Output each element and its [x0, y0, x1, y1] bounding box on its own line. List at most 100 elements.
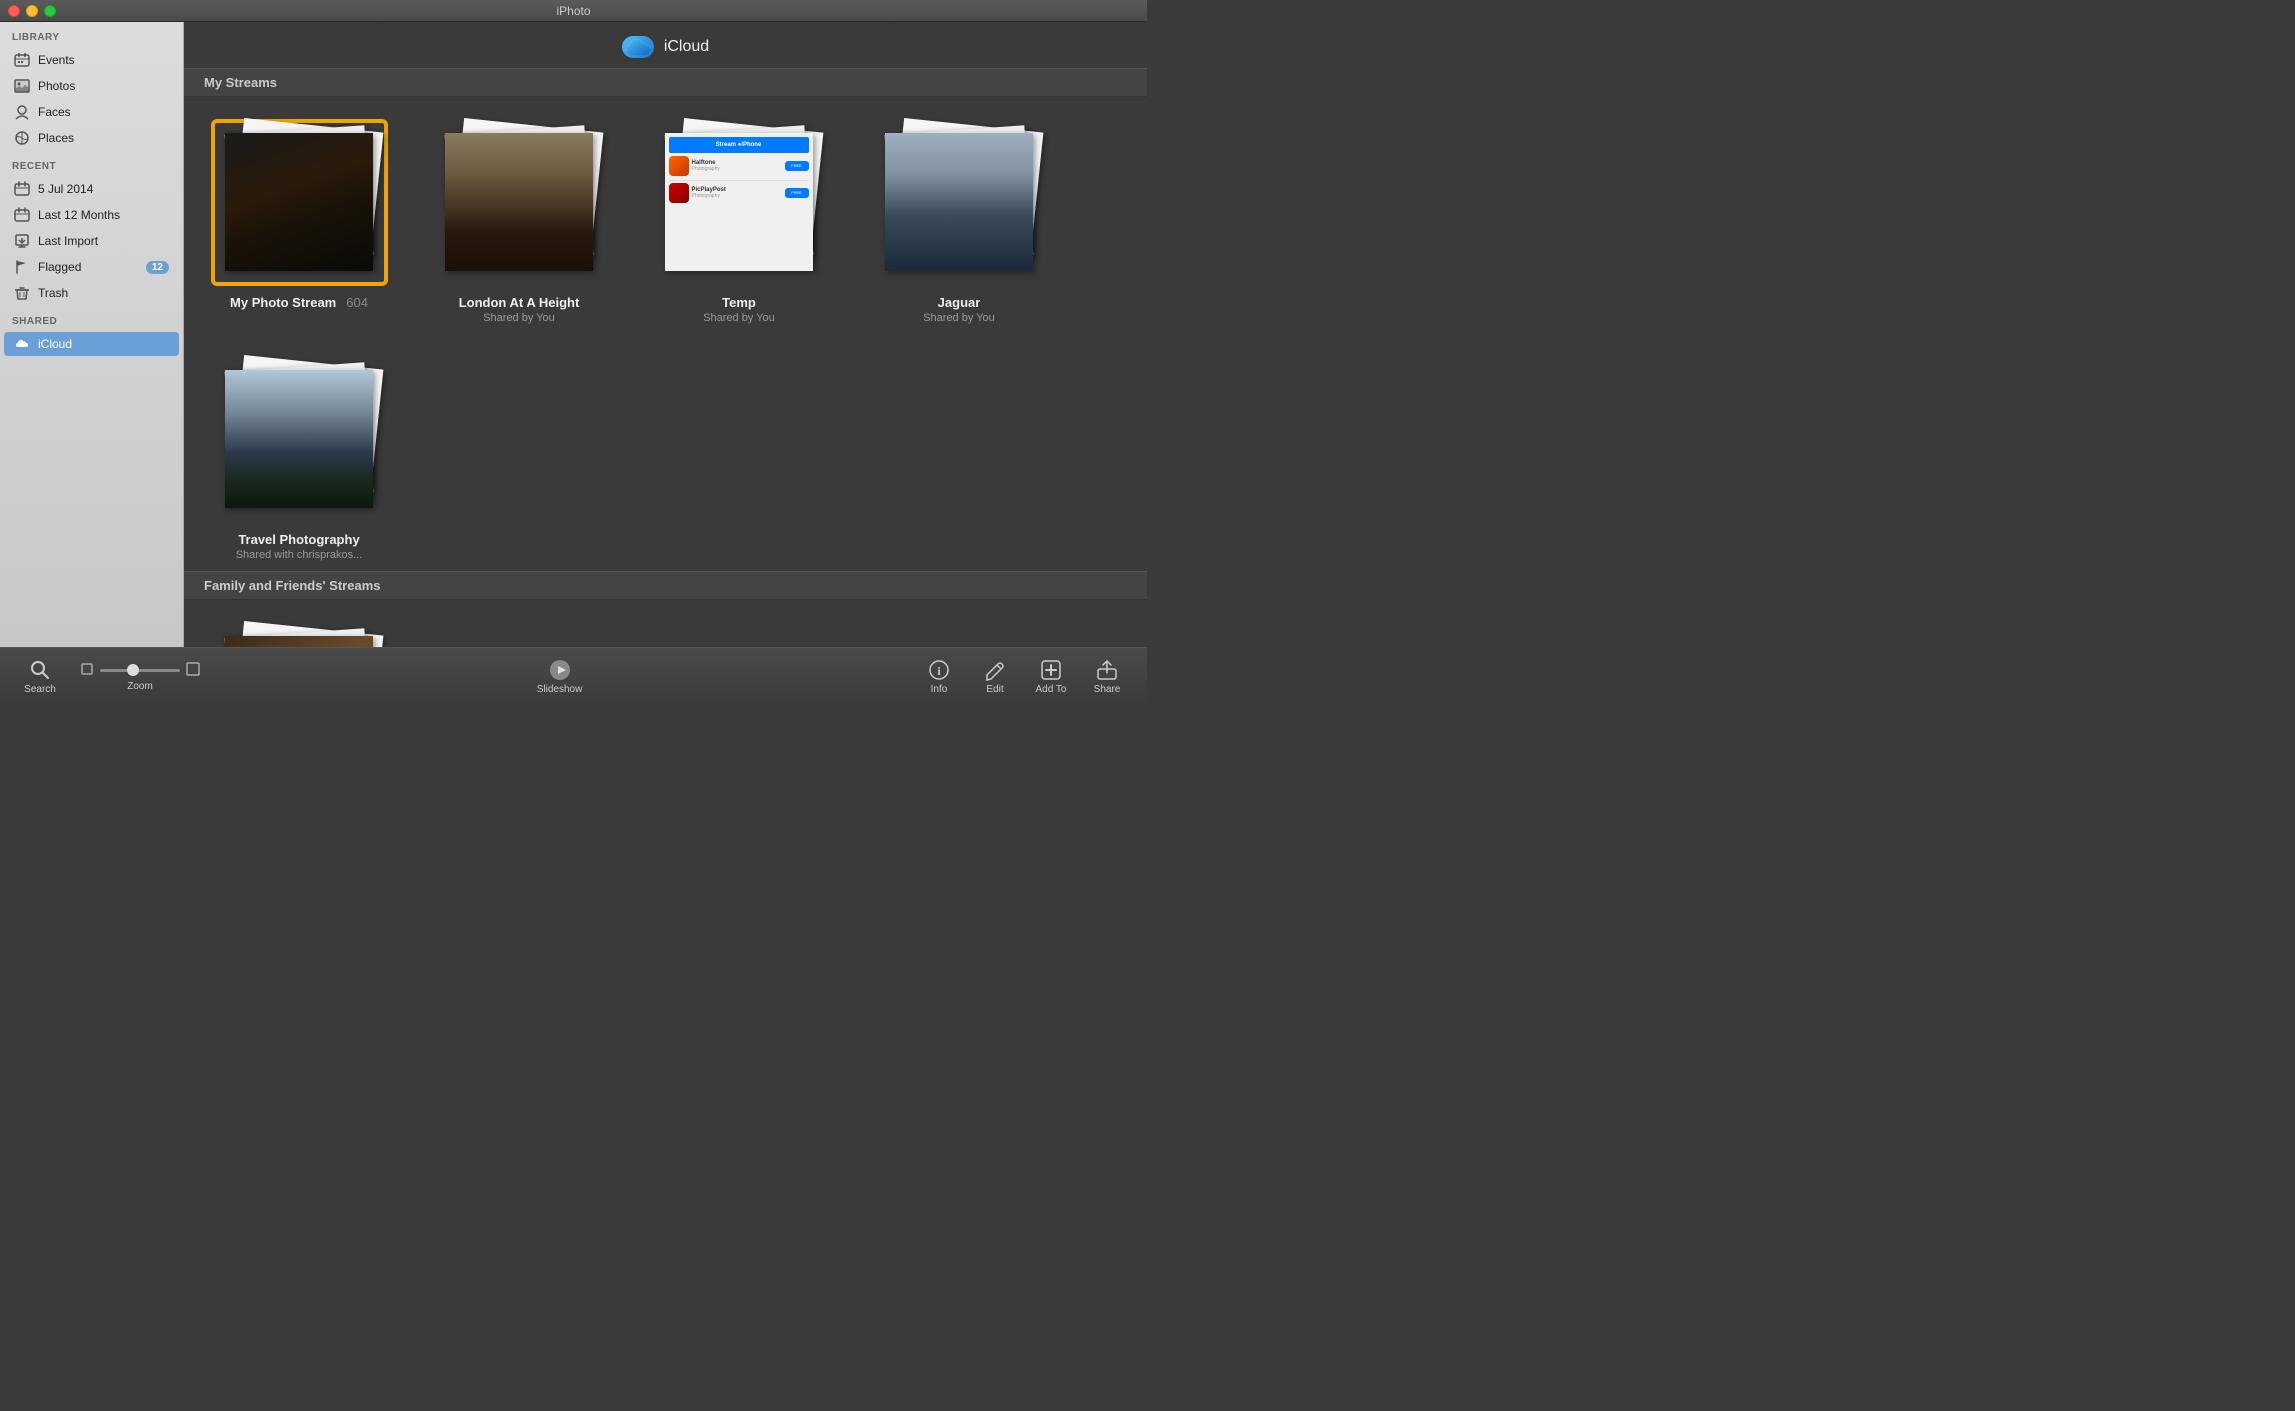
my-streams-header: My Streams — [184, 68, 1147, 97]
aerial-photo — [885, 133, 1033, 271]
edit-button[interactable]: Edit — [975, 658, 1015, 695]
stream-name-travel: Travel Photography — [238, 532, 359, 547]
zoom-label: Zoom — [127, 681, 153, 692]
sidebar-item-trash[interactable]: Trash — [4, 281, 179, 305]
photo-stack-jaguar — [877, 125, 1042, 280]
flagged-label: Flagged — [38, 260, 81, 274]
edit-label: Edit — [986, 684, 1003, 695]
food-photo — [225, 636, 373, 648]
stream-thumbnail-london — [424, 117, 614, 287]
appstore-row-1: Halftone Photography FREE — [669, 156, 809, 176]
library-section-label: LIBRARY — [0, 22, 183, 47]
info-label: Info — [931, 684, 948, 695]
sidebar-item-icloud[interactable]: iCloud — [4, 332, 179, 356]
icloud-header-icon — [622, 36, 654, 58]
window-title: iPhoto — [556, 4, 590, 18]
share-button[interactable]: Share — [1087, 658, 1127, 695]
places-icon — [14, 130, 30, 146]
stream-name-my-photo-stream: My Photo Stream — [230, 295, 336, 310]
titlebar: iPhoto — [0, 0, 1147, 22]
photo-front-friend-1 — [225, 636, 373, 648]
friends-streams-grid — [184, 600, 1147, 647]
calendar-icon-1 — [14, 181, 30, 197]
last12months-label: Last 12 Months — [38, 208, 120, 222]
icloud-title: iCloud — [664, 38, 709, 56]
places-label: Places — [38, 131, 74, 145]
friends-streams-header: Family and Friends' Streams — [184, 571, 1147, 600]
stream-thumbnail-temp: Stream ●iPhone Halftone Photography FREE — [644, 117, 834, 287]
icloud-sidebar-label: iCloud — [38, 337, 72, 351]
stream-sub-london: Shared by You — [483, 312, 555, 324]
add-to-button[interactable]: Add To — [1031, 658, 1071, 695]
toolbar-center: Slideshow — [537, 658, 583, 695]
app-icon-halftone — [669, 156, 689, 176]
svg-text:i: i — [937, 664, 941, 678]
sidebar-item-places[interactable]: Places — [4, 126, 179, 150]
my-streams-grid: My Photo Stream 604 London At A Height — [184, 97, 1147, 571]
stream-item-my-photo-stream[interactable]: My Photo Stream 604 — [204, 117, 394, 324]
stream-name-temp: Temp — [722, 295, 756, 310]
app-btn-1: FREE — [785, 161, 809, 171]
minimize-button[interactable] — [26, 5, 38, 17]
photo-stack-london — [437, 125, 602, 280]
app-btn-2: FREE — [785, 188, 809, 198]
photo-front-travel — [225, 370, 373, 508]
sidebar-item-flagged[interactable]: Flagged 12 — [4, 255, 179, 279]
slideshow-label: Slideshow — [537, 684, 583, 695]
trash-icon — [14, 285, 30, 301]
appstore-photo-inner: Stream ●iPhone Halftone Photography FREE — [665, 133, 813, 271]
photo-stack — [217, 125, 382, 280]
snow-photo — [225, 370, 373, 508]
sidebar: LIBRARY Events — [0, 22, 184, 647]
photo-front-jaguar — [885, 133, 1033, 271]
app-icon-picplay — [669, 183, 689, 203]
lastimport-label: Last Import — [38, 234, 98, 248]
toolbar: Search Zoom — [0, 647, 1147, 705]
sidebar-item-5jul2014[interactable]: 5 Jul 2014 — [4, 177, 179, 201]
stream-sub-temp: Shared by You — [703, 312, 775, 324]
icloud-sidebar-icon — [14, 336, 30, 352]
stream-item-travel[interactable]: Travel Photography Shared with chrisprak… — [204, 354, 394, 561]
flagged-badge: 12 — [146, 261, 169, 274]
sidebar-item-faces[interactable]: Faces — [4, 100, 179, 124]
main-layout: LIBRARY Events — [0, 22, 1147, 647]
appstore-photo: Stream ●iPhone Halftone Photography FREE — [665, 133, 813, 271]
appstore-bar: Stream ●iPhone — [669, 137, 809, 153]
photo-front — [225, 133, 373, 271]
stream-thumbnail-travel — [204, 354, 394, 524]
add-to-icon — [1039, 658, 1063, 682]
stream-name-jaguar: Jaguar — [938, 295, 981, 310]
play-icon — [548, 658, 572, 682]
events-icon — [14, 52, 30, 68]
search-button[interactable]: Search — [20, 658, 60, 695]
cityscape-photo — [445, 133, 593, 271]
maximize-button[interactable] — [44, 5, 56, 17]
search-label: Search — [24, 684, 56, 695]
stream-item-london[interactable]: London At A Height Shared by You — [424, 117, 614, 324]
toolbar-left: Search Zoom — [20, 658, 200, 695]
photo-front-temp: Stream ●iPhone Halftone Photography FREE — [665, 133, 813, 271]
photo-stack-travel — [217, 362, 382, 517]
recent-section-label: RECENT — [0, 151, 183, 176]
share-label: Share — [1094, 684, 1121, 695]
stream-item-jaguar[interactable]: Jaguar Shared by You — [864, 117, 1054, 324]
photos-icon — [14, 78, 30, 94]
slideshow-button[interactable]: Slideshow — [537, 658, 583, 695]
stream-count-my-photo-stream: 604 — [346, 295, 368, 310]
search-icon — [28, 658, 52, 682]
icloud-header: iCloud — [184, 22, 1147, 68]
photo-stack-temp: Stream ●iPhone Halftone Photography FREE — [657, 125, 822, 280]
sidebar-item-lastimport[interactable]: Last Import — [4, 229, 179, 253]
close-button[interactable] — [8, 5, 20, 17]
zoom-slider[interactable] — [100, 669, 180, 672]
sidebar-item-last12months[interactable]: Last 12 Months — [4, 203, 179, 227]
sidebar-item-photos[interactable]: Photos — [4, 74, 179, 98]
titlebar-buttons — [8, 5, 56, 17]
calendar-icon-2 — [14, 207, 30, 223]
import-icon — [14, 233, 30, 249]
sidebar-item-events[interactable]: Events — [4, 48, 179, 72]
info-button[interactable]: i Info — [919, 658, 959, 695]
photo-stack-friend-1 — [217, 628, 382, 648]
stream-item-friend-1[interactable] — [204, 620, 394, 647]
stream-item-temp[interactable]: Stream ●iPhone Halftone Photography FREE — [644, 117, 834, 324]
